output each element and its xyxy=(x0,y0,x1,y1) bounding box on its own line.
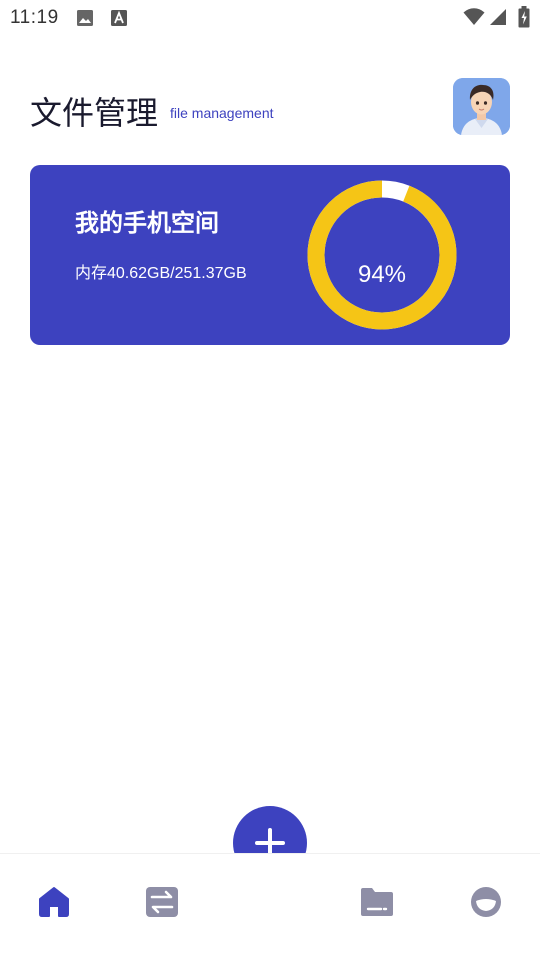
storage-usage: 内存40.62GB/251.37GB xyxy=(75,265,247,282)
header: 文件管理 file management xyxy=(30,78,510,138)
page-subtitle: file management xyxy=(170,105,274,121)
storage-percent: 94% xyxy=(357,261,407,288)
avatar[interactable] xyxy=(453,78,510,135)
wifi-icon xyxy=(463,8,485,30)
home-icon xyxy=(39,887,69,917)
transfer-icon xyxy=(146,887,178,917)
signal-icon xyxy=(489,8,507,30)
bottom-nav xyxy=(0,853,540,961)
profile-icon xyxy=(471,887,501,917)
folder-icon xyxy=(361,888,393,916)
text-app-icon xyxy=(110,9,128,31)
battery-icon xyxy=(518,6,530,32)
nav-files[interactable] xyxy=(357,882,397,922)
image-icon xyxy=(76,9,94,31)
storage-ring: 94% xyxy=(307,180,457,330)
status-bar: 11:19 xyxy=(0,0,540,36)
storage-card[interactable]: 我的手机空间 内存40.62GB/251.37GB 94% xyxy=(30,165,510,345)
storage-title: 我的手机空间 xyxy=(75,209,219,237)
status-time: 11:19 xyxy=(10,7,59,28)
nav-home[interactable] xyxy=(34,882,74,922)
page-title: 文件管理 xyxy=(30,94,159,132)
user-avatar-icon xyxy=(453,78,510,135)
nav-transfer[interactable] xyxy=(142,882,182,922)
nav-profile[interactable] xyxy=(466,882,506,922)
